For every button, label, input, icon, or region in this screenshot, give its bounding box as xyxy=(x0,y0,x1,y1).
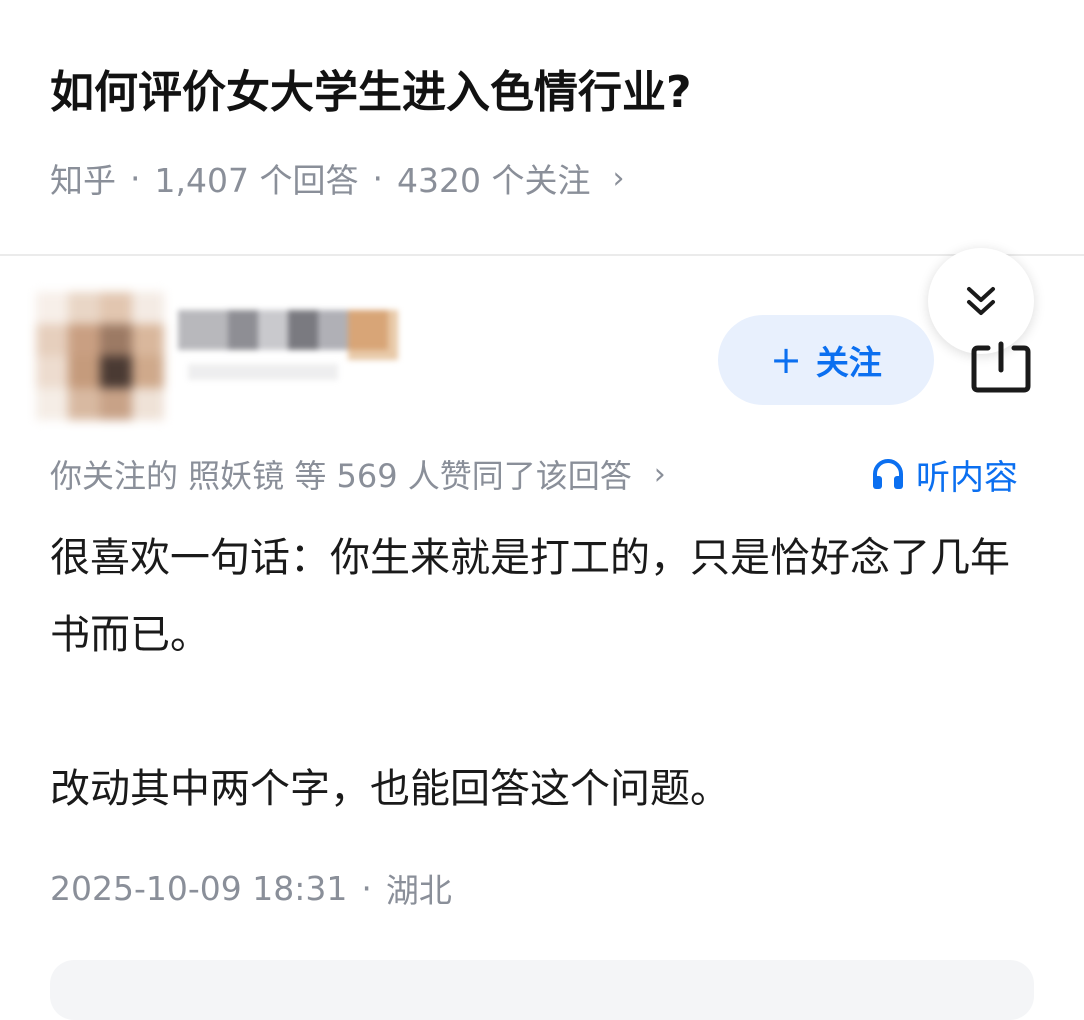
author-name[interactable] xyxy=(178,298,508,398)
collapse-button[interactable] xyxy=(928,248,1034,354)
listen-button-label: 听内容 xyxy=(916,457,1018,498)
answer-paragraph: 很喜欢一句话：你生来就是打工的，只是恰好念了几年书而已。 xyxy=(50,535,1010,658)
datetime: 2025-10-09 18:31 xyxy=(50,868,348,908)
answer-timestamp: 2025-10-09 18:31 · 湖北 xyxy=(50,862,452,914)
comment-card[interactable] xyxy=(50,960,1034,1020)
listen-button[interactable]: 听内容 xyxy=(870,448,1018,500)
avatar[interactable] xyxy=(36,292,164,420)
meta-separator: · xyxy=(372,158,383,198)
meta-separator: · xyxy=(361,868,372,908)
plus-icon: + xyxy=(770,338,802,382)
follow-button[interactable]: + 关注 xyxy=(718,315,934,405)
question-title[interactable]: 如何评价女大学生进入色情行业? xyxy=(50,58,692,128)
chevron-right-icon: › xyxy=(612,160,625,196)
double-chevron-down-icon xyxy=(967,287,995,315)
headphones-icon xyxy=(873,459,903,489)
answers-count: 1,407 个回答 xyxy=(154,161,359,200)
answer-paragraph: 改动其中两个字，也能回答这个问题。 xyxy=(50,766,730,812)
answer-body[interactable]: 很喜欢一句话：你生来就是打工的，只是恰好念了几年书而已。 改动其中两个字，也能回… xyxy=(50,520,1040,828)
section-divider xyxy=(0,254,1084,256)
location: 湖北 xyxy=(385,871,452,910)
follow-button-label: 关注 xyxy=(815,343,882,382)
share-icon[interactable] xyxy=(970,340,1032,394)
upvote-summary[interactable]: 你关注的 照妖镜 等 569 人赞同了该回答 › xyxy=(50,448,666,500)
chevron-right-icon: › xyxy=(653,456,666,492)
question-meta[interactable]: 知乎 · 1,407 个回答 · 4320 个关注 › xyxy=(50,152,624,204)
upvote-text: 你关注的 照妖镜 等 569 人赞同了该回答 xyxy=(50,457,632,495)
followers-count: 4320 个关注 xyxy=(396,161,591,200)
source-label: 知乎 xyxy=(50,161,116,200)
meta-separator: · xyxy=(130,158,141,198)
